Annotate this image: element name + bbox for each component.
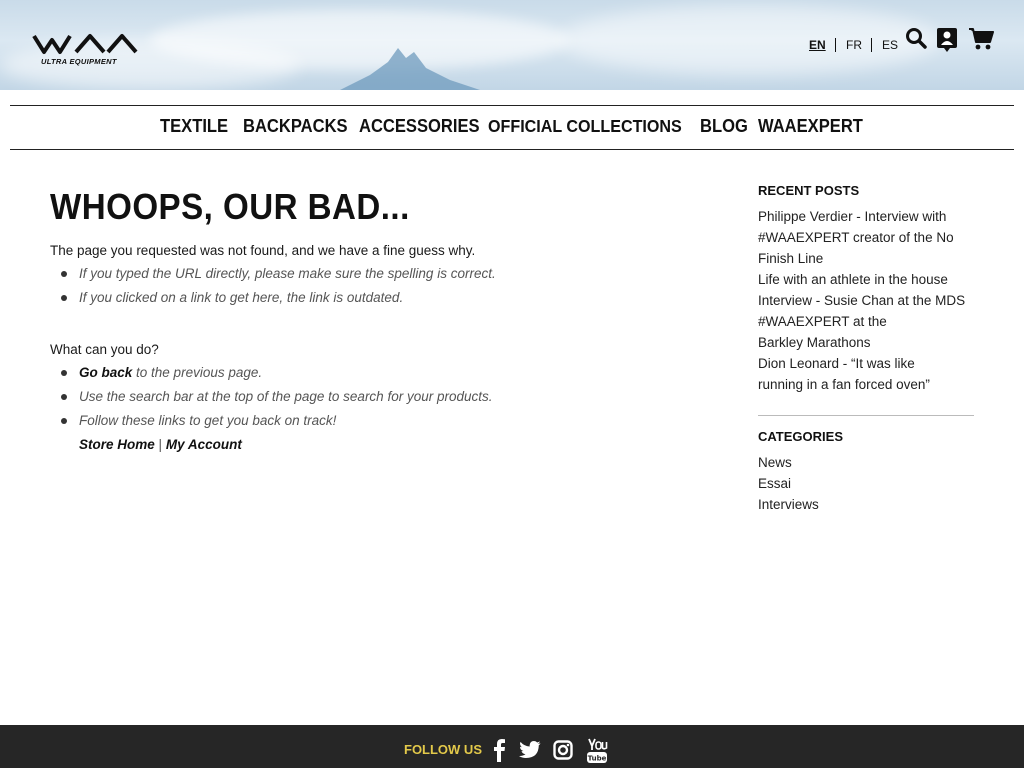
category-news[interactable]: News	[758, 455, 792, 470]
nav-item-backpacks[interactable]: BACKPACKS	[243, 116, 348, 137]
cart-icon[interactable]	[968, 27, 994, 51]
follow-tip: Follow these links to get you back on tr…	[79, 413, 337, 428]
mountain-illustration	[340, 48, 480, 90]
lang-es[interactable]: ES	[882, 38, 898, 52]
lang-divider	[871, 38, 872, 52]
sidebar-divider	[758, 415, 974, 416]
logo-mark	[32, 34, 138, 54]
lang-divider	[835, 38, 836, 52]
category-interviews[interactable]: Interviews	[758, 497, 819, 512]
search-icon[interactable]	[905, 27, 927, 49]
store-home-link[interactable]: Store Home	[79, 437, 155, 452]
nav-item-official-collections[interactable]: OFFICIAL COLLECTIONS	[488, 116, 682, 137]
svg-text:Tube: Tube	[588, 755, 607, 763]
bullet	[61, 295, 67, 301]
recent-posts-heading: RECENT POSTS	[758, 183, 860, 198]
nav-item-waaexpert[interactable]: WAAEXPERT	[758, 116, 863, 137]
instagram-icon[interactable]	[553, 740, 573, 760]
nav-item-textile[interactable]: TEXTILE	[160, 116, 228, 137]
reason-outdated-link: If you clicked on a link to get here, th…	[79, 290, 404, 305]
facebook-icon[interactable]	[492, 738, 506, 762]
recent-post-line[interactable]: running in a fan forced oven”	[758, 377, 930, 392]
recent-post-line[interactable]: #WAAEXPERT creator of the No	[758, 230, 954, 245]
bullet	[61, 271, 67, 277]
logo-subtitle: ULTRA EQUIPMENT	[41, 57, 117, 66]
nav-item-blog[interactable]: BLOG	[700, 116, 748, 137]
quick-links: Store Home | My Account	[79, 437, 242, 452]
recent-post-line[interactable]: Finish Line	[758, 251, 823, 266]
follow-us-label: FOLLOW US	[404, 742, 482, 757]
youtube-icon[interactable]: Tube	[586, 738, 608, 764]
account-icon[interactable]	[936, 27, 958, 53]
recent-post-line[interactable]: Philippe Verdier - Interview with	[758, 209, 946, 224]
recent-post-line[interactable]: #WAAEXPERT at the	[758, 314, 887, 329]
recent-post-line[interactable]: Barkley Marathons	[758, 335, 871, 350]
footer	[0, 725, 1024, 768]
go-back-line: Go back to the previous page.	[79, 365, 262, 380]
twitter-icon[interactable]	[519, 741, 541, 759]
link-separator: |	[158, 437, 163, 452]
nav-item-accessories[interactable]: ACCESSORIES	[359, 116, 480, 137]
recent-post-line[interactable]: Life with an athlete in the house	[758, 272, 948, 287]
lang-fr[interactable]: FR	[846, 38, 862, 52]
category-essai[interactable]: Essai	[758, 476, 791, 491]
bullet	[61, 394, 67, 400]
go-back-rest: to the previous page.	[132, 365, 263, 380]
reason-url-typed: If you typed the URL directly, please ma…	[79, 266, 496, 281]
my-account-link[interactable]: My Account	[166, 437, 242, 452]
intro-text: The page you requested was not found, an…	[50, 243, 476, 258]
categories-heading: CATEGORIES	[758, 429, 843, 444]
recent-post-line[interactable]: Interview - Susie Chan at the MDS	[758, 293, 965, 308]
bullet	[61, 370, 67, 376]
bullet	[61, 418, 67, 424]
go-back-link[interactable]: Go back	[79, 365, 132, 380]
recent-post-line[interactable]: Dion Leonard - “It was like	[758, 356, 915, 371]
page-title: WHOOPS, OUR BAD...	[50, 186, 410, 227]
what-heading: What can you do?	[50, 342, 159, 357]
search-tip: Use the search bar at the top of the pag…	[79, 389, 493, 404]
lang-en[interactable]: EN	[809, 38, 826, 52]
